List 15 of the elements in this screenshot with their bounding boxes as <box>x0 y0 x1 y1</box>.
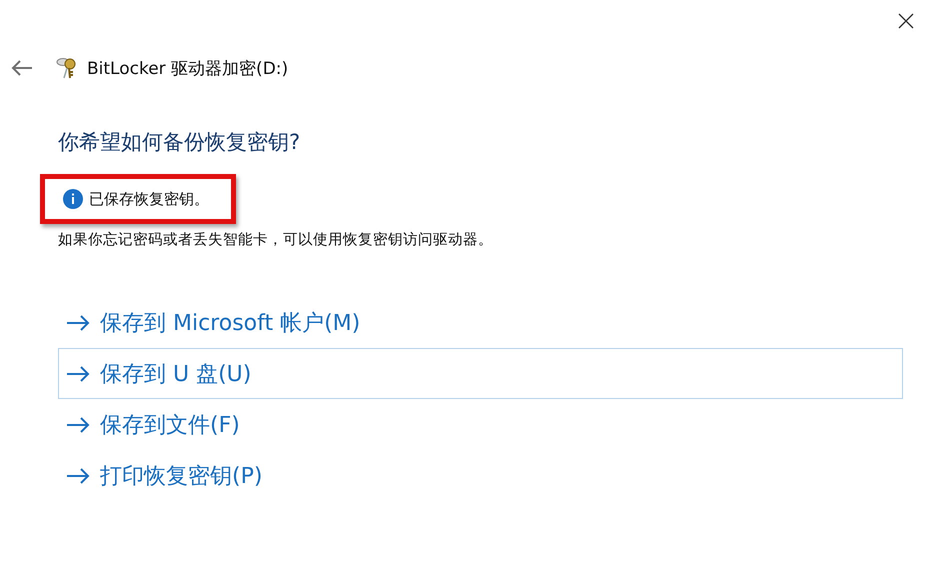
arrow-icon <box>66 416 90 432</box>
close-button[interactable] <box>896 11 916 31</box>
arrow-icon <box>66 314 90 330</box>
notice-text: 已保存恢复密钥。 <box>89 190 209 208</box>
back-button[interactable] <box>11 59 35 77</box>
arrow-icon <box>66 366 90 382</box>
page-heading: 你希望如何备份恢复密钥? <box>58 129 300 156</box>
option-link[interactable]: 保存到文件(F) <box>58 399 903 450</box>
description-text: 如果你忘记密码或者丢失智能卡，可以使用恢复密钥访问驱动器。 <box>58 230 493 249</box>
window-title: BitLocker 驱动器加密(D:) <box>87 58 288 80</box>
option-link[interactable]: 保存到 U 盘(U) <box>58 348 903 399</box>
info-icon <box>63 189 83 209</box>
option-link[interactable]: 保存到 Microsoft 帐户(M) <box>58 297 903 348</box>
option-link[interactable]: 打印恢复密钥(P) <box>58 450 903 501</box>
arrow-icon <box>66 468 90 484</box>
